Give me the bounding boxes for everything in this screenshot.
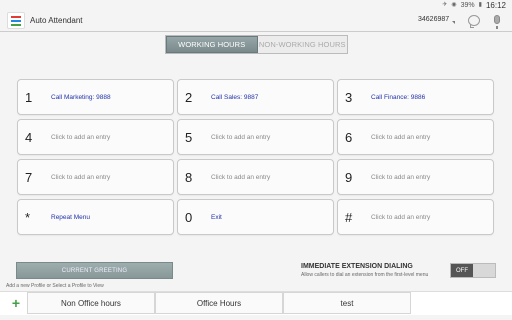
- profile-tab-test[interactable]: test: [283, 292, 411, 314]
- profile-tab-office-hours[interactable]: Office Hours: [155, 292, 283, 314]
- key-entry-label: Call Finance: 9886: [371, 93, 426, 101]
- action-bar: Auto Attendant 34626987: [0, 10, 512, 32]
- key-digit: 5: [185, 129, 193, 145]
- caret-down-icon[interactable]: [452, 21, 455, 24]
- key-1[interactable]: 1 Call Marketing: 9888: [17, 79, 174, 115]
- immediate-dialing-switch[interactable]: OFF: [450, 263, 496, 278]
- status-indicators: ✈ ◉ 39% ▮ 16:12: [442, 0, 506, 10]
- key-digit: *: [25, 209, 31, 225]
- key-2[interactable]: 2 Call Sales: 9887: [177, 79, 334, 115]
- key-digit: 3: [345, 89, 353, 105]
- key-entry-label: Click to add an entry: [211, 133, 271, 141]
- chat-icon[interactable]: [468, 15, 480, 28]
- key-digit: 4: [25, 129, 33, 145]
- key-entry-label: Exit: [211, 213, 222, 221]
- key-digit: 2: [185, 89, 193, 105]
- battery-percent: 39%: [460, 1, 475, 9]
- key-6[interactable]: 6 Click to add an entry: [337, 119, 494, 155]
- location-icon: ◉: [451, 2, 457, 8]
- key-digit: 9: [345, 169, 353, 185]
- clock: 16:12: [485, 0, 506, 10]
- key-entry-label: Click to add an entry: [371, 173, 431, 181]
- key-hash[interactable]: # Click to add an entry: [337, 199, 494, 235]
- tab-non-working-hours[interactable]: NON-WORKING HOURS: [257, 36, 347, 53]
- key-9[interactable]: 9 Click to add an entry: [337, 159, 494, 195]
- key-star[interactable]: * Repeat Menu: [17, 199, 174, 235]
- switch-state: OFF: [451, 264, 473, 277]
- key-entry-label: Click to add an entry: [211, 173, 271, 181]
- tab-working-hours[interactable]: WORKING HOURS: [166, 36, 258, 53]
- key-digit: 6: [345, 129, 353, 145]
- app-logo-icon[interactable]: [7, 12, 25, 29]
- add-profile-button[interactable]: +: [9, 292, 23, 314]
- key-digit: 7: [25, 169, 33, 185]
- immediate-dialing-description: Allow callers to dial an extension from …: [301, 272, 429, 278]
- key-0[interactable]: 0 Exit: [177, 199, 334, 235]
- microphone-icon[interactable]: [494, 15, 500, 29]
- key-entry-label: Call Marketing: 9888: [51, 93, 111, 101]
- airplane-icon: ✈: [442, 2, 448, 8]
- key-8[interactable]: 8 Click to add an entry: [177, 159, 334, 195]
- key-digit: 0: [185, 209, 193, 225]
- status-bar: ✈ ◉ 39% ▮ 16:12: [0, 0, 512, 10]
- key-entry-label: Click to add an entry: [371, 213, 431, 221]
- key-entry-label: Repeat Menu: [51, 213, 91, 221]
- profile-tab-non-office-hours[interactable]: Non Office hours: [27, 292, 155, 314]
- account-selector[interactable]: 34626987: [418, 16, 449, 23]
- key-4[interactable]: 4 Click to add an entry: [17, 119, 174, 155]
- key-7[interactable]: 7 Click to add an entry: [17, 159, 174, 195]
- key-entry-label: Call Sales: 9887: [211, 93, 259, 101]
- key-entry-label: Click to add an entry: [51, 173, 111, 181]
- key-entry-label: Click to add an entry: [51, 133, 111, 141]
- profile-hint: Add a new Profile or Select a Profile to…: [6, 283, 104, 289]
- battery-icon: ▮: [478, 2, 482, 8]
- key-entry-label: Click to add an entry: [371, 133, 431, 141]
- key-digit: #: [345, 209, 353, 225]
- key-digit: 1: [25, 89, 33, 105]
- key-5[interactable]: 5 Click to add an entry: [177, 119, 334, 155]
- hours-toggle: WORKING HOURS NON-WORKING HOURS: [165, 35, 348, 54]
- key-digit: 8: [185, 169, 193, 185]
- current-greeting-button[interactable]: CURRENT GREETING: [16, 262, 173, 279]
- key-3[interactable]: 3 Call Finance: 9886: [337, 79, 494, 115]
- immediate-dialing-title: IMMEDIATE EXTENSION DIALING: [301, 263, 413, 270]
- page-title: Auto Attendant: [30, 16, 83, 25]
